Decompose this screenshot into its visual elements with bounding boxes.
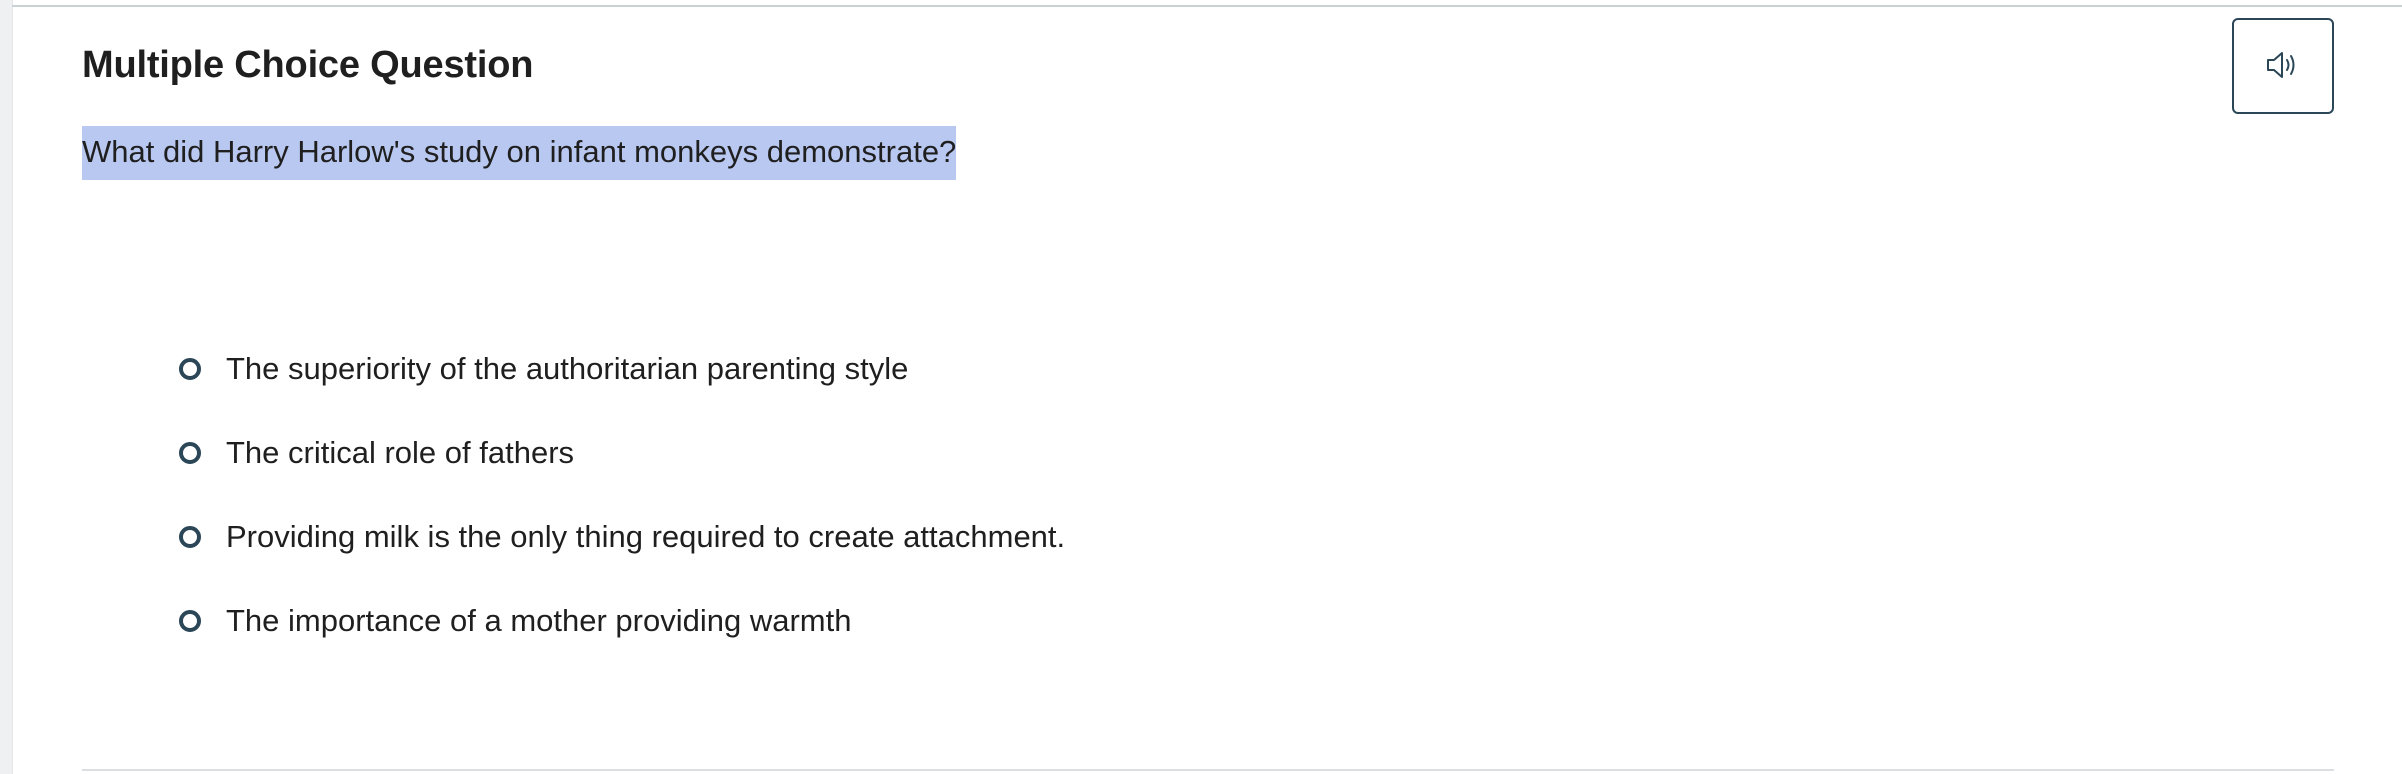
answer-choice-2[interactable]: The critical role of fathers xyxy=(179,411,1065,495)
answer-choices: The superiority of the authoritarian par… xyxy=(179,327,1065,663)
answer-choice-4[interactable]: The importance of a mother providing war… xyxy=(179,579,1065,663)
speaker-icon xyxy=(2263,45,2303,88)
question-prompt: What did Harry Harlow's study on infant … xyxy=(82,126,957,180)
read-aloud-button[interactable] xyxy=(2232,18,2334,114)
radio-button-icon[interactable] xyxy=(179,358,201,380)
left-gutter xyxy=(0,0,13,774)
question-card: Multiple Choice Question What did Harry … xyxy=(13,7,2402,774)
answer-choice-3[interactable]: Providing milk is the only thing require… xyxy=(179,495,1065,579)
radio-button-icon[interactable] xyxy=(179,526,201,548)
radio-button-icon[interactable] xyxy=(179,442,201,464)
bottom-divider xyxy=(82,769,2334,771)
radio-button-icon[interactable] xyxy=(179,610,201,632)
answer-choice-label: The superiority of the authoritarian par… xyxy=(226,351,909,386)
answer-choice-label: The importance of a mother providing war… xyxy=(226,603,852,638)
answer-choice-label: The critical role of fathers xyxy=(226,435,575,470)
answer-choice-label: Providing milk is the only thing require… xyxy=(226,519,1066,554)
answer-choice-1[interactable]: The superiority of the authoritarian par… xyxy=(179,327,1065,411)
question-type-heading: Multiple Choice Question xyxy=(82,44,534,86)
